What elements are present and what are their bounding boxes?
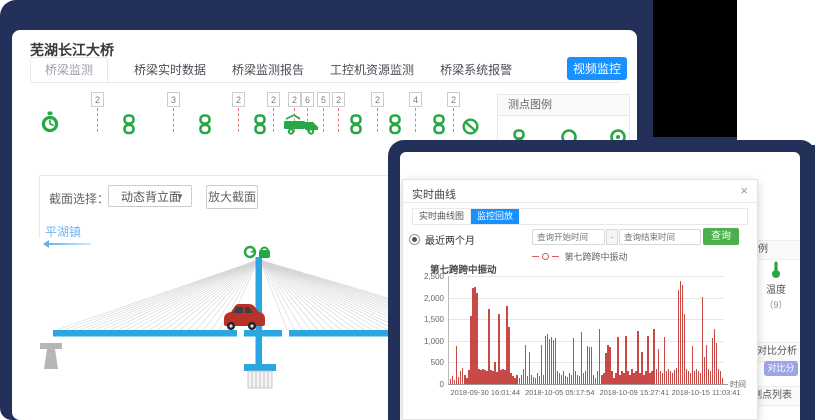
- deck-gap-right: [282, 330, 289, 337]
- truck-icon[interactable]: [282, 113, 320, 141]
- bridge-deck: [53, 330, 402, 337]
- sensor-count-badge: 2: [232, 92, 245, 107]
- clock-icon[interactable]: [40, 111, 60, 139]
- modal-header-divider: [403, 202, 757, 203]
- link-icon[interactable]: [389, 114, 401, 140]
- sensor-dash-line: [453, 108, 454, 132]
- sensor-count-badge: 3: [167, 92, 180, 107]
- compare-analysis-button[interactable]: 对比分析: [764, 361, 798, 376]
- x-axis-tick-label: 2018-10-05 05:17:54: [520, 388, 600, 397]
- main-tab[interactable]: 桥梁监测报告: [232, 58, 304, 83]
- y-axis-tick-label: 0: [418, 380, 444, 389]
- sensor-dash-line: [97, 108, 98, 132]
- link-icon[interactable]: [433, 114, 445, 140]
- sensor-dash-line: [338, 108, 339, 132]
- sensor-count-badge: 2: [288, 92, 301, 107]
- lock-icon: [259, 250, 270, 258]
- front-window-frame: 图例 温度 （9） 对比分析 对比分析 测点列表 实时曲线 ×: [388, 140, 815, 420]
- sensor-dash-line: [173, 108, 174, 132]
- black-backdrop: [653, 0, 737, 137]
- sensor-dash-line: [238, 108, 239, 132]
- x-axis-tick-label: 2018-10-09 15:27:41: [594, 388, 674, 397]
- tab-underline: [30, 82, 620, 83]
- legend-line-right: [552, 256, 559, 257]
- sensor-dash-line: [377, 108, 378, 132]
- query-end-time-input[interactable]: [619, 229, 701, 245]
- sensor-count-badge: 2: [91, 92, 104, 107]
- range-separator: -: [606, 229, 618, 245]
- sensor-dash-line: [273, 108, 274, 132]
- modal-tab[interactable]: 实时曲线图: [413, 209, 471, 224]
- sensor-count-badge: 2: [371, 92, 384, 107]
- link-icon[interactable]: [199, 114, 211, 140]
- white-backdrop: [737, 0, 815, 145]
- x-axis-name: 时间: [730, 379, 754, 390]
- realtime-curve-modal: 实时曲线 × 实时曲线图监控回放 最近两个月 - 查询 第七跨跨中振动: [402, 179, 758, 420]
- radio-selected-icon[interactable]: [409, 234, 420, 245]
- link-icon[interactable]: [350, 114, 362, 140]
- sensor-count-badge: 5: [317, 92, 330, 107]
- left-pier: [40, 343, 62, 369]
- sensor-count-badge: 2: [267, 92, 280, 107]
- sensor-count-badge: 2: [447, 92, 460, 107]
- sensor-count-badge: 6: [301, 92, 314, 107]
- recent-range-radio-row[interactable]: 最近两个月: [409, 232, 475, 247]
- front-window-content: 图例 温度 （9） 对比分析 对比分析 测点列表 实时曲线 ×: [400, 152, 800, 420]
- main-tab[interactable]: 桥梁监测: [30, 57, 108, 83]
- query-button[interactable]: 查询: [703, 228, 739, 245]
- y-axis-tick-label: 1,500: [418, 315, 444, 324]
- modal-title: 实时曲线: [412, 186, 456, 202]
- sensor-dash-line: [323, 108, 324, 132]
- sensor-count-badge: 4: [409, 92, 422, 107]
- y-axis-tick-label: 2,000: [418, 294, 444, 303]
- noentry-icon[interactable]: [462, 118, 479, 140]
- temperature-count: （9）: [752, 298, 800, 311]
- temperature-label: 温度: [752, 281, 800, 296]
- link-icon[interactable]: [123, 114, 135, 140]
- x-axis-tick-label: 2018-09-30 16:01:44: [445, 388, 525, 397]
- main-tab[interactable]: 桥梁实时数据: [134, 58, 206, 83]
- zoom-section-button[interactable]: 放大截面: [206, 185, 258, 209]
- chevron-down-icon: ▼: [176, 186, 184, 208]
- main-tab[interactable]: 桥梁系统报警: [440, 58, 512, 83]
- main-tab-bar: 桥梁监测 桥梁实时数据 桥梁监测报告 工控机资源监测 桥梁系统报警: [30, 57, 512, 83]
- desktop-background: 芜湖长江大桥 桥梁监测桥梁实时数据桥梁监测报告工控机资源监测桥梁系统报警 视频监…: [0, 0, 815, 420]
- center-pier-cap: [244, 364, 276, 371]
- deck-gap-left: [237, 330, 244, 337]
- modal-tab-strip: 实时曲线图监控回放: [412, 208, 748, 225]
- y-axis-tick-label: 2,500: [418, 272, 444, 281]
- center-pier-column: [248, 371, 272, 388]
- section-select-dropdown[interactable]: 动态背立面 ▼: [108, 185, 192, 207]
- tower-top-sensor-icons[interactable]: [245, 247, 270, 258]
- legend-label: 第七跨跨中振动: [564, 250, 627, 263]
- sensor-count-badge: 2: [332, 92, 345, 107]
- main-tab[interactable]: 工控机资源监测: [330, 58, 414, 83]
- chart-bars: [448, 276, 724, 384]
- link-icon[interactable]: [254, 114, 266, 140]
- y-axis-tick-label: 500: [418, 358, 444, 367]
- direction-label: 平湖镇: [45, 223, 81, 240]
- section-controls-panel: 截面选择： 动态背立面 ▼ 放大截面: [39, 175, 395, 238]
- video-monitor-button[interactable]: 视频监控: [567, 57, 627, 80]
- temperature-sensor-item[interactable]: 温度 （9）: [752, 260, 800, 311]
- sensor-dash-line: [415, 108, 416, 132]
- legend-circle-marker: [542, 253, 549, 260]
- legend-panel-title: 测点图例: [498, 95, 629, 116]
- thermometer-icon: [769, 260, 783, 279]
- x-axis-line: [448, 384, 728, 385]
- section-select-value: 动态背立面: [121, 190, 181, 204]
- bridge-diagram: [37, 245, 402, 405]
- query-start-time-input[interactable]: [532, 229, 605, 245]
- close-icon[interactable]: ×: [740, 183, 748, 198]
- section-select-label: 截面选择：: [49, 190, 109, 207]
- radio-label: 最近两个月: [425, 232, 475, 247]
- legend-line-left: [532, 256, 539, 257]
- modal-tab[interactable]: 监控回放: [471, 209, 519, 224]
- y-axis-tick-label: 1,000: [418, 337, 444, 346]
